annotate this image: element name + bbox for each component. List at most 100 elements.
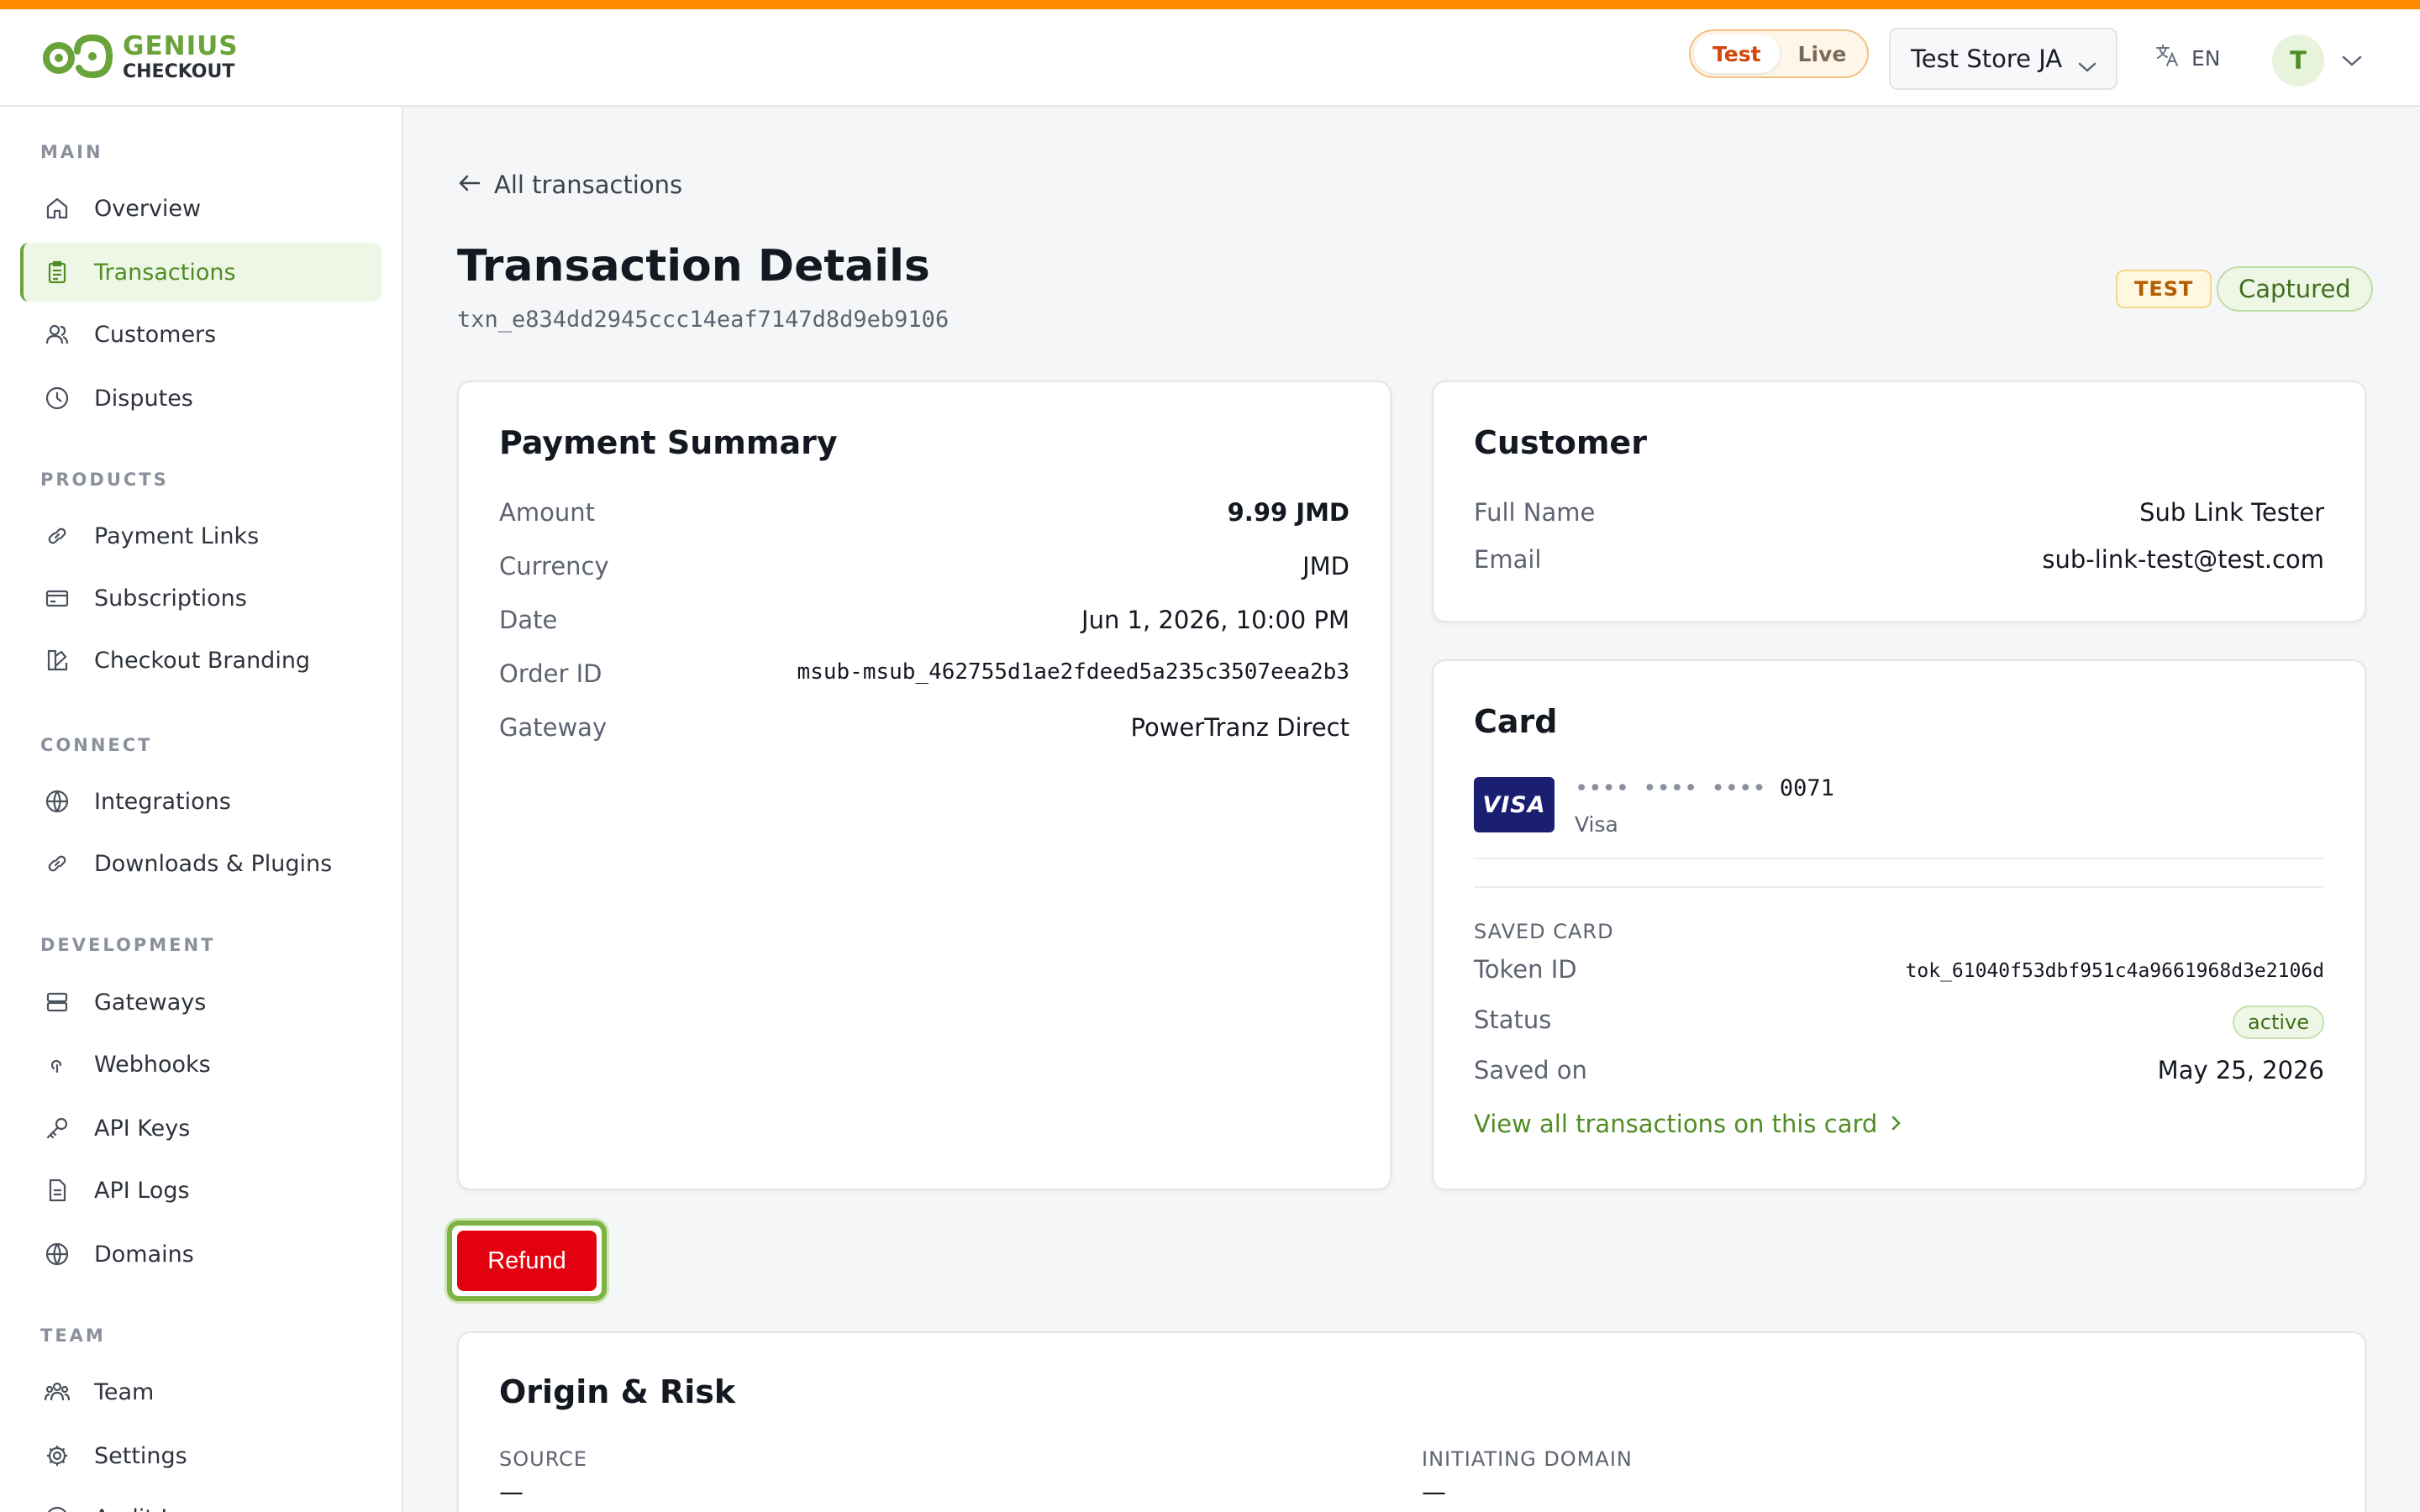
sidebar-item-subscriptions[interactable]: Subscriptions	[20, 569, 381, 627]
summary-row-gateway: Gateway PowerTranz Direct	[499, 713, 1349, 742]
store-selector[interactable]: Test Store JA	[1889, 28, 2118, 90]
team-icon	[42, 1377, 72, 1407]
back-to-transactions-link[interactable]: All transactions	[457, 171, 682, 199]
brand-logo[interactable]: GENIUS CHECKOUT	[40, 28, 239, 87]
customer-row-email: Email sub-link-test@test.com	[1474, 545, 2324, 574]
main-content: All transactions Transaction Details txn…	[405, 107, 2420, 1512]
status-pill: active	[2233, 1005, 2324, 1039]
row-value: JMD	[1302, 552, 1349, 580]
arrow-left-icon	[457, 171, 494, 199]
sidebar-item-label: Customers	[94, 321, 217, 348]
sidebar-item-domains[interactable]: Domains	[20, 1225, 381, 1284]
row-label: Full Name	[1474, 498, 1596, 527]
sidebar-item-label: API Logs	[94, 1177, 190, 1204]
logo-mark-icon	[40, 28, 118, 87]
row-label: Email	[1474, 545, 1542, 574]
language-label: EN	[2191, 45, 2221, 71]
view-card-transactions-link[interactable]: View all transactions on this card	[1474, 1110, 1902, 1138]
server-icon	[42, 987, 72, 1017]
sidebar-item-api-logs[interactable]: API Logs	[20, 1161, 381, 1220]
chevron-right-icon	[1877, 1110, 1902, 1138]
divider	[1474, 886, 2324, 888]
sidebar-item-settings[interactable]: Settings	[20, 1426, 381, 1485]
sidebar-section-development: DEVELOPMENT	[40, 935, 216, 955]
origin-risk-title: Origin & Risk	[499, 1373, 736, 1410]
key-icon	[42, 1113, 72, 1143]
sidebar-item-overview[interactable]: Overview	[20, 179, 381, 238]
sidebar-item-customers[interactable]: Customers	[20, 305, 381, 364]
card-brand: Visa	[1575, 812, 1618, 837]
row-value: msub-msub_462755d1ae2fdeed5a235c3507eea2…	[797, 659, 1349, 685]
link-icon	[42, 521, 72, 551]
initiating-domain-value: —	[1422, 1478, 1446, 1506]
refund-button[interactable]: Refund	[457, 1231, 597, 1291]
mode-option-test[interactable]: Test	[1694, 34, 1780, 73]
transaction-id: txn_e834dd2945ccc14eaf7147d8d9eb9106	[457, 307, 950, 333]
globe-icon	[42, 1239, 72, 1269]
card-details-card: Card VISA •••• •••• •••• 0071 Visa SAVED…	[1432, 659, 2366, 1190]
avatar[interactable]: T	[2272, 34, 2324, 87]
sidebar-item-label: API Keys	[94, 1115, 191, 1142]
source-value: —	[499, 1478, 523, 1506]
sidebar-section-team: TEAM	[40, 1326, 106, 1346]
row-value: Sub Link Tester	[2139, 498, 2324, 527]
receipt-icon	[42, 257, 72, 287]
sidebar: MAIN Overview Transactions Customers Dis…	[0, 107, 403, 1512]
top-accent-stripe	[0, 0, 2420, 9]
customer-title: Customer	[1474, 424, 1647, 461]
payment-summary-title: Payment Summary	[499, 424, 838, 461]
row-value: May 25, 2026	[2157, 1056, 2324, 1084]
mode-option-live[interactable]: Live	[1780, 34, 1865, 73]
row-value: tok_61040f53dbf951c4a9661968d3e2106d	[1905, 960, 2325, 982]
card-row-status: Status active	[1474, 1005, 2324, 1039]
sidebar-item-audit-log[interactable]: Audit Log	[20, 1488, 381, 1512]
credit-card-icon	[42, 583, 72, 613]
webhook-icon	[42, 1049, 72, 1079]
sidebar-item-integrations[interactable]: Integrations	[20, 772, 381, 831]
link-icon	[42, 848, 72, 879]
brand-name-line1: GENIUS	[123, 30, 239, 61]
sidebar-section-connect: CONNECT	[40, 735, 153, 755]
payment-summary-card: Payment Summary Amount 9.99 JMD Currency…	[457, 381, 1392, 1190]
row-label: Saved on	[1474, 1056, 1587, 1084]
audit-icon	[42, 1503, 72, 1512]
back-link-label: All transactions	[494, 171, 683, 199]
mode-toggle[interactable]: Test Live	[1689, 29, 1869, 78]
sidebar-item-label: Audit Log	[94, 1505, 202, 1512]
row-label: Gateway	[499, 713, 608, 742]
sidebar-item-api-keys[interactable]: API Keys	[20, 1099, 381, 1158]
palette-icon	[42, 645, 72, 675]
sidebar-item-transactions[interactable]: Transactions	[20, 243, 381, 302]
globe-icon	[42, 786, 72, 816]
source-label: SOURCE	[499, 1447, 588, 1471]
file-text-icon	[42, 1175, 72, 1205]
row-label: Token ID	[1474, 955, 1577, 984]
sidebar-item-label: Overview	[94, 195, 202, 222]
page-title: Transaction Details	[457, 241, 930, 291]
top-header: GENIUS CHECKOUT Test Live Test Store JA …	[0, 9, 2420, 107]
sidebar-item-label: Webhooks	[94, 1051, 211, 1078]
card-row-saved-on: Saved on May 25, 2026	[1474, 1056, 2324, 1084]
chevron-down-icon[interactable]	[2341, 55, 2363, 71]
initiating-domain-label: INITIATING DOMAIN	[1422, 1447, 1633, 1471]
row-value: 9.99 JMD	[1227, 498, 1349, 527]
sidebar-item-label: Disputes	[94, 385, 193, 412]
sidebar-item-webhooks[interactable]: Webhooks	[20, 1035, 381, 1094]
row-label: Order ID	[499, 659, 602, 688]
clock-icon	[42, 383, 72, 413]
sidebar-item-payment-links[interactable]: Payment Links	[20, 507, 381, 565]
sidebar-section-main: MAIN	[40, 142, 103, 162]
sidebar-item-gateways[interactable]: Gateways	[20, 973, 381, 1032]
sidebar-item-disputes[interactable]: Disputes	[20, 369, 381, 428]
sidebar-item-label: Payment Links	[94, 522, 260, 549]
sidebar-item-checkout-branding[interactable]: Checkout Branding	[20, 631, 381, 690]
sidebar-item-label: Subscriptions	[94, 585, 247, 612]
status-badge: Captured	[2217, 266, 2373, 312]
summary-row-order-id: Order ID msub-msub_462755d1ae2fdeed5a235…	[499, 659, 1349, 688]
language-switcher[interactable]: EN	[2154, 43, 2221, 73]
refund-button-focus-ring: Refund	[447, 1221, 607, 1301]
mode-badge: TEST	[2116, 270, 2212, 308]
sidebar-item-team[interactable]: Team	[20, 1362, 381, 1421]
summary-row-date: Date Jun 1, 2026, 10:00 PM	[499, 606, 1349, 634]
sidebar-item-downloads-plugins[interactable]: Downloads & Plugins	[20, 834, 381, 893]
